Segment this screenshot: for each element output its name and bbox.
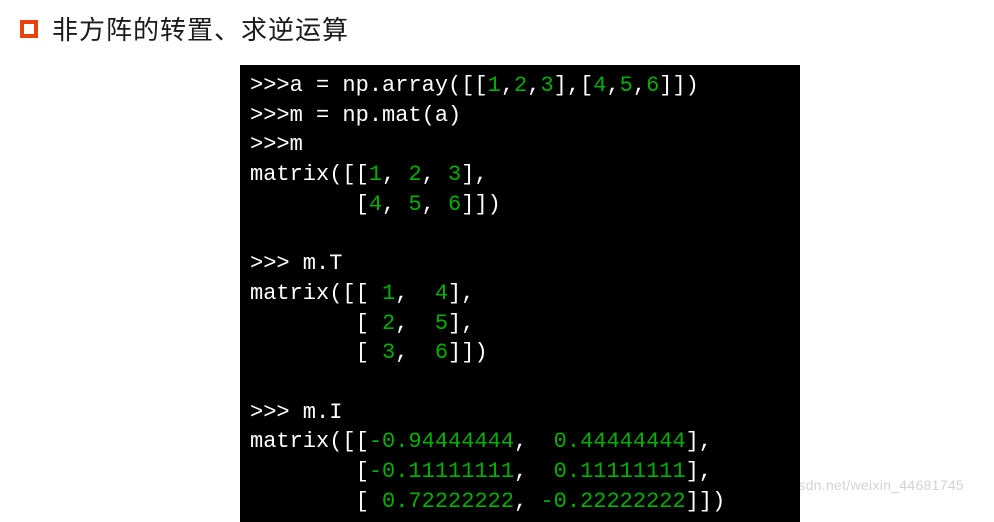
code-number: 1 xyxy=(382,281,395,306)
code-text: ], xyxy=(686,429,712,454)
code-text: , xyxy=(382,162,408,187)
code-text: , xyxy=(633,73,646,98)
code-number: 4 xyxy=(435,281,448,306)
code-text: , xyxy=(514,459,554,484)
code-text: >>>a = np.array([[ xyxy=(250,73,488,98)
code-text: , xyxy=(395,340,435,365)
code-text: [ xyxy=(250,192,369,217)
code-number: -0.22222222 xyxy=(540,489,685,514)
code-text: ], xyxy=(686,459,712,484)
code-text: , xyxy=(422,192,448,217)
code-text: , xyxy=(527,73,540,98)
code-block: >>>a = np.array([[1,2,3],[4,5,6]]) >>>m … xyxy=(240,65,800,522)
code-text: matrix([[ xyxy=(250,281,382,306)
code-text: , xyxy=(514,429,554,454)
code-number: 1 xyxy=(488,73,501,98)
code-text: >>> m.T xyxy=(250,251,342,276)
code-text: [ xyxy=(250,459,369,484)
code-number: 6 xyxy=(435,340,448,365)
code-text: [ xyxy=(250,489,382,514)
code-text: ]]) xyxy=(461,192,501,217)
code-number: 6 xyxy=(646,73,659,98)
code-number: 2 xyxy=(408,162,421,187)
code-text: , xyxy=(395,311,435,336)
code-text: >>> m.I xyxy=(250,400,342,425)
code-number: 2 xyxy=(382,311,395,336)
code-number: 3 xyxy=(540,73,553,98)
code-number: 5 xyxy=(408,192,421,217)
code-number: 4 xyxy=(593,73,606,98)
code-text: [ xyxy=(250,311,382,336)
code-text: [ xyxy=(250,340,382,365)
code-text: matrix([[ xyxy=(250,162,369,187)
code-number: 2 xyxy=(514,73,527,98)
code-number: -0.94444444 xyxy=(369,429,514,454)
code-text: >>>m = np.mat(a) xyxy=(250,103,461,128)
bullet-square-icon xyxy=(20,20,38,38)
code-text: ]]) xyxy=(448,340,488,365)
code-text: >>>m xyxy=(250,132,303,157)
heading-row: 非方阵的转置、求逆运算 xyxy=(20,10,974,47)
code-text: , xyxy=(501,73,514,98)
code-number: 6 xyxy=(448,192,461,217)
code-text: ]]) xyxy=(659,73,699,98)
code-text: , xyxy=(514,489,540,514)
code-text: matrix([[ xyxy=(250,429,369,454)
code-number: 5 xyxy=(620,73,633,98)
code-number: 3 xyxy=(382,340,395,365)
code-text: ], xyxy=(448,311,474,336)
code-number: 1 xyxy=(369,162,382,187)
code-number: 0.72222222 xyxy=(382,489,514,514)
code-number: -0.11111111 xyxy=(369,459,514,484)
code-text: , xyxy=(606,73,619,98)
code-number: 5 xyxy=(435,311,448,336)
code-number: 0.44444444 xyxy=(554,429,686,454)
code-number: 0.11111111 xyxy=(554,459,686,484)
code-number: 3 xyxy=(448,162,461,187)
code-text: ],[ xyxy=(554,73,594,98)
code-text: , xyxy=(395,281,435,306)
code-text: , xyxy=(422,162,448,187)
heading-title: 非方阵的转置、求逆运算 xyxy=(52,10,349,47)
code-text: ], xyxy=(461,162,487,187)
code-number: 4 xyxy=(369,192,382,217)
watermark-text: https://blog.csdn.net/weixin_44681745 xyxy=(715,477,964,493)
code-text: , xyxy=(382,192,408,217)
code-text: ], xyxy=(448,281,474,306)
